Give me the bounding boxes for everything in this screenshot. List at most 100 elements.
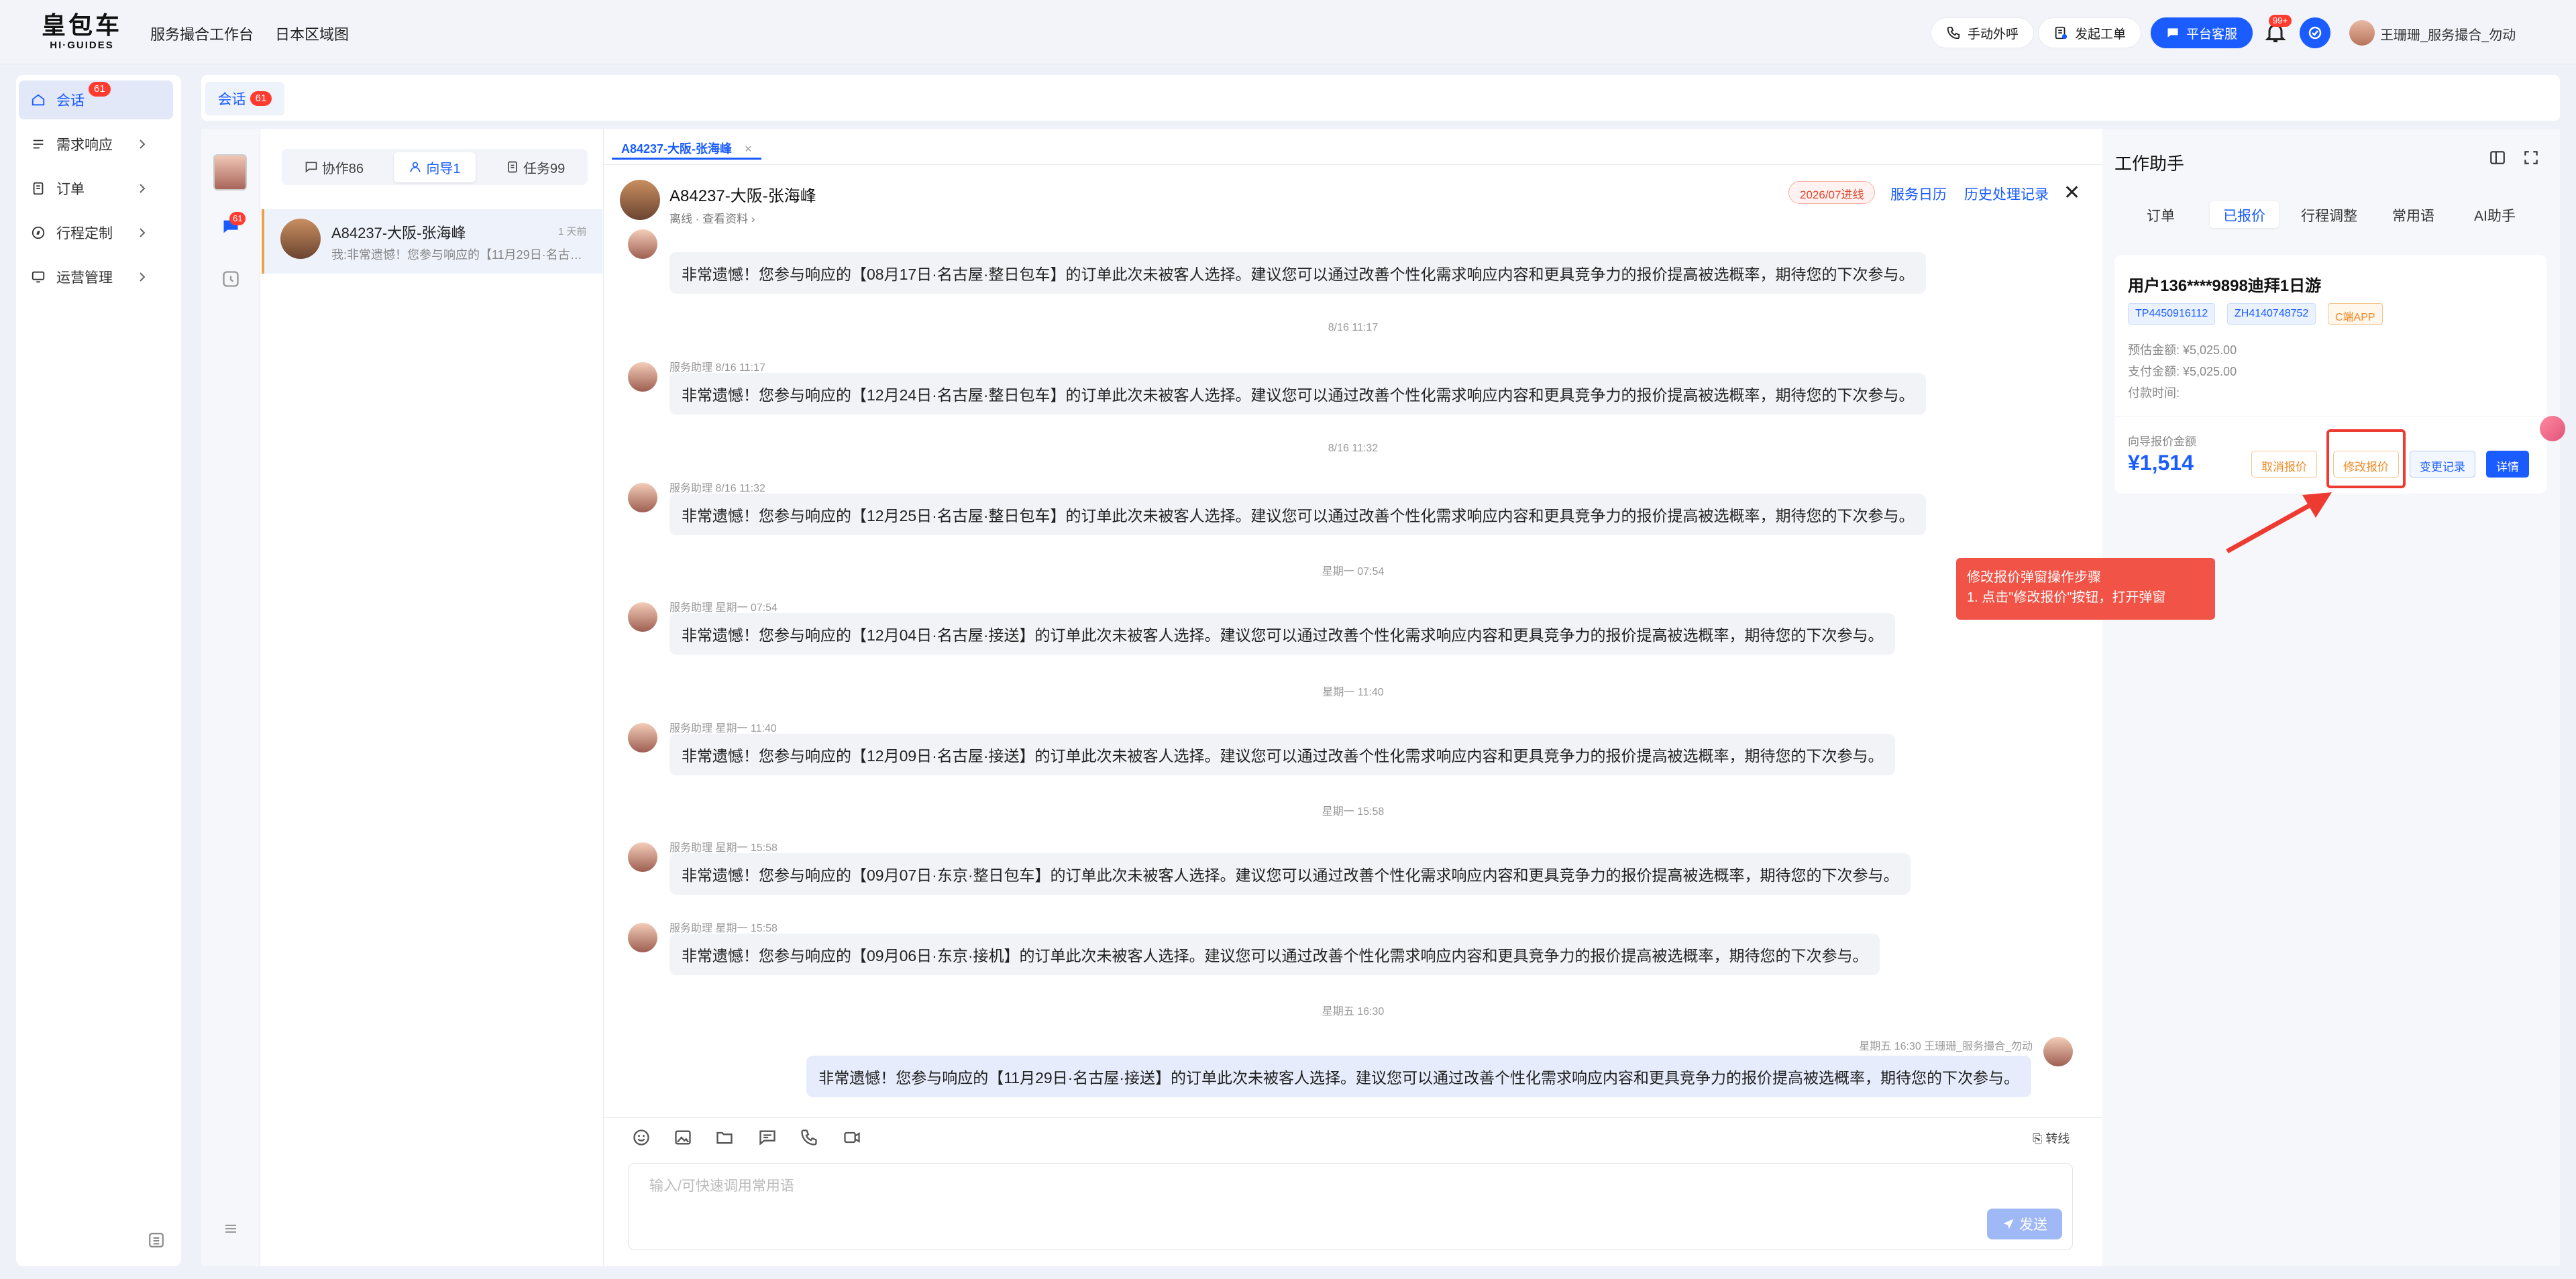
cancel-quote-button[interactable]: 取消报价 xyxy=(2251,451,2317,478)
tab-orders[interactable]: 订单 xyxy=(2133,201,2188,228)
logo[interactable]: 皇包车 HI·GUIDES xyxy=(42,12,122,55)
nav-item-label: 需求响应 xyxy=(56,137,113,153)
platform-support-button[interactable]: 平台客服 xyxy=(2151,17,2253,48)
tooltip-step: 1. 点击"修改报价"按钮，打开弹窗 xyxy=(1967,590,2166,605)
floating-assistant-icon[interactable] xyxy=(2540,416,2565,441)
nav-item-demand[interactable]: 需求响应 xyxy=(19,125,173,164)
tab-itinerary-adjust[interactable]: 行程调整 xyxy=(2288,201,2371,228)
tab-label: 会话 xyxy=(217,92,246,107)
chat-icon xyxy=(2167,28,2178,38)
timestamp: 星期一 07:54 xyxy=(1322,566,1385,577)
image-icon[interactable] xyxy=(674,1128,692,1147)
tab-ai-assistant[interactable]: AI助手 xyxy=(2461,201,2529,228)
send-button[interactable]: 发送 xyxy=(1987,1209,2062,1239)
tab-phrases[interactable]: 常用语 xyxy=(2379,201,2448,228)
quick-reply-icon[interactable] xyxy=(758,1128,777,1147)
message-meta: 星期五 16:30 王珊珊_服务撮合_勿动 xyxy=(1859,1041,2033,1052)
phone-icon xyxy=(1947,26,1960,40)
folder-icon[interactable] xyxy=(715,1128,734,1147)
highlight-box xyxy=(2326,429,2406,488)
message-bubble[interactable]: 非常遗憾！您参与响应的【12月25日·名古屋·整日包车】的订单此次未被客人选择。… xyxy=(669,494,1927,535)
nav-item-label: 会话 xyxy=(56,93,85,109)
chat-tab[interactable]: A84237-大阪-张海峰 × xyxy=(612,133,761,160)
message-bubble[interactable]: 非常遗憾！您参与响应的【09月06日·东京·接机】的订单此次未被客人选择。建议您… xyxy=(669,934,1880,975)
close-icon[interactable]: ✕ xyxy=(2063,181,2080,205)
menu-icon[interactable] xyxy=(223,1221,239,1237)
timestamp: 8/16 11:32 xyxy=(1328,443,1379,454)
avatar xyxy=(628,602,657,632)
nav-japan-map[interactable]: 日本区域图 xyxy=(275,23,349,44)
tab-sessions[interactable]: 会话 61 xyxy=(205,82,284,115)
close-icon[interactable]: × xyxy=(745,142,752,156)
paid-amount: 支付金额: ¥5,025.00 xyxy=(2128,365,2237,378)
message-meta: 服务助理 星期一 15:58 xyxy=(669,842,777,854)
chat-contact-name: A84237-大阪-张海峰 xyxy=(669,187,816,205)
input-placeholder: 输入/可快速调用常用语 xyxy=(649,1178,794,1194)
collapse-icon[interactable] xyxy=(148,1231,165,1249)
details-button[interactable]: 详情 xyxy=(2486,451,2529,478)
nav-item-sessions[interactable]: 会话 61 xyxy=(19,80,173,119)
user-name[interactable]: 王珊珊_服务撮合_勿动 xyxy=(2380,24,2516,44)
history-icon[interactable] xyxy=(221,270,240,288)
logo-text: 皇包车 xyxy=(42,11,123,39)
send-icon xyxy=(2003,1219,2014,1229)
channel-tag: C端APP xyxy=(2328,303,2383,325)
chat-badge: 61 xyxy=(229,212,246,225)
tab-tasks[interactable]: 任务99 xyxy=(491,152,580,182)
manual-call-button[interactable]: 手动外呼 xyxy=(1931,17,2035,48)
chat-tab-bar xyxy=(604,129,2102,165)
tab-guide[interactable]: 向导1 xyxy=(394,152,476,182)
chat-contact-status[interactable]: 离线 · 查看资料 › xyxy=(669,209,755,226)
timestamp: 8/16 11:17 xyxy=(1328,322,1379,333)
phone-icon[interactable] xyxy=(800,1128,818,1147)
message-bubble[interactable]: 非常遗憾！您参与响应的【12月24日·名古屋·整日包车】的订单此次未被客人选择。… xyxy=(669,373,1927,414)
message-bubble[interactable]: 非常遗憾！您参与响应的【08月17日·名古屋·整日包车】的订单此次未被客人选择。… xyxy=(669,252,1927,294)
pay-time: 付款时间: xyxy=(2128,386,2180,400)
conversation-name: A84237-大阪-张海峰 xyxy=(331,225,466,241)
quote-card-title: 用户136****9898迪拜1日游 xyxy=(2128,277,2322,295)
change-log-button[interactable]: 变更记录 xyxy=(2410,451,2475,478)
chevron-right-icon xyxy=(140,228,146,237)
nav-item-orders[interactable]: 订单 xyxy=(19,169,173,208)
message-meta: 服务助理 星期一 15:58 xyxy=(669,923,777,934)
list-icon xyxy=(33,140,44,149)
status-badge: 2026/07进线 xyxy=(1788,181,1876,204)
status-icon[interactable] xyxy=(2300,17,2330,48)
timestamp: 星期一 15:58 xyxy=(1322,806,1385,818)
create-ticket-button[interactable]: 发起工单 xyxy=(2038,17,2142,48)
send-label: 发送 xyxy=(2019,1217,2047,1233)
fullscreen-icon[interactable] xyxy=(2522,149,2540,166)
avatar[interactable] xyxy=(213,154,247,190)
tooltip-title: 修改报价弹窗操作步骤 xyxy=(1967,570,2101,585)
annotation-tooltip: 修改报价弹窗操作步骤 1. 点击"修改报价"按钮，打开弹窗 xyxy=(1956,558,2215,620)
service-calendar-link[interactable]: 服务日历 xyxy=(1890,184,1947,204)
tab-badge: 61 xyxy=(250,91,272,106)
tab-quoted[interactable]: 已报价 xyxy=(2210,201,2279,228)
avatar xyxy=(628,483,657,512)
nav-workbench[interactable]: 服务撮合工作台 xyxy=(150,23,254,44)
nav-item-itinerary[interactable]: 行程定制 xyxy=(19,213,173,252)
nav-item-operations[interactable]: 运营管理 xyxy=(19,258,173,296)
timestamp: 星期一 11:40 xyxy=(1322,687,1384,698)
video-icon[interactable] xyxy=(843,1128,861,1147)
history-records-link[interactable]: 历史处理记录 xyxy=(1964,184,2049,204)
avatar xyxy=(628,723,657,753)
transfer-button[interactable]: ⎘ 转线 xyxy=(2033,1129,2070,1147)
message-bubble[interactable]: 非常遗憾！您参与响应的【12月04日·名古屋·接送】的订单此次未被客人选择。建议… xyxy=(669,613,1896,655)
annotation-arrow xyxy=(2226,492,2332,554)
message-bubble[interactable]: 非常遗憾！您参与响应的【11月29日·名古屋·接送】的订单此次未被客人选择。建议… xyxy=(806,1056,2031,1097)
avatar xyxy=(628,362,657,392)
compass-icon xyxy=(32,226,45,239)
ticket-icon xyxy=(2055,26,2068,40)
message-bubble[interactable]: 非常遗憾！您参与响应的【09月07日·东京·整日包车】的订单此次未被客人选择。建… xyxy=(669,853,1911,895)
notification-badge: 99+ xyxy=(2269,15,2292,27)
emoji-icon[interactable] xyxy=(632,1128,651,1147)
conversation-tabs: 协作86 向导1 任务99 xyxy=(282,149,588,185)
message-bubble[interactable]: 非常遗憾！您参与响应的【12月09日·名古屋·接送】的订单此次未被客人选择。建议… xyxy=(669,734,1896,775)
message-input[interactable] xyxy=(628,1163,2073,1250)
tab-collaboration[interactable]: 协作86 xyxy=(290,152,378,182)
avatar[interactable] xyxy=(620,180,660,220)
avatar[interactable] xyxy=(2349,20,2375,46)
layout-icon[interactable] xyxy=(2489,149,2506,166)
avatar xyxy=(2043,1037,2073,1066)
